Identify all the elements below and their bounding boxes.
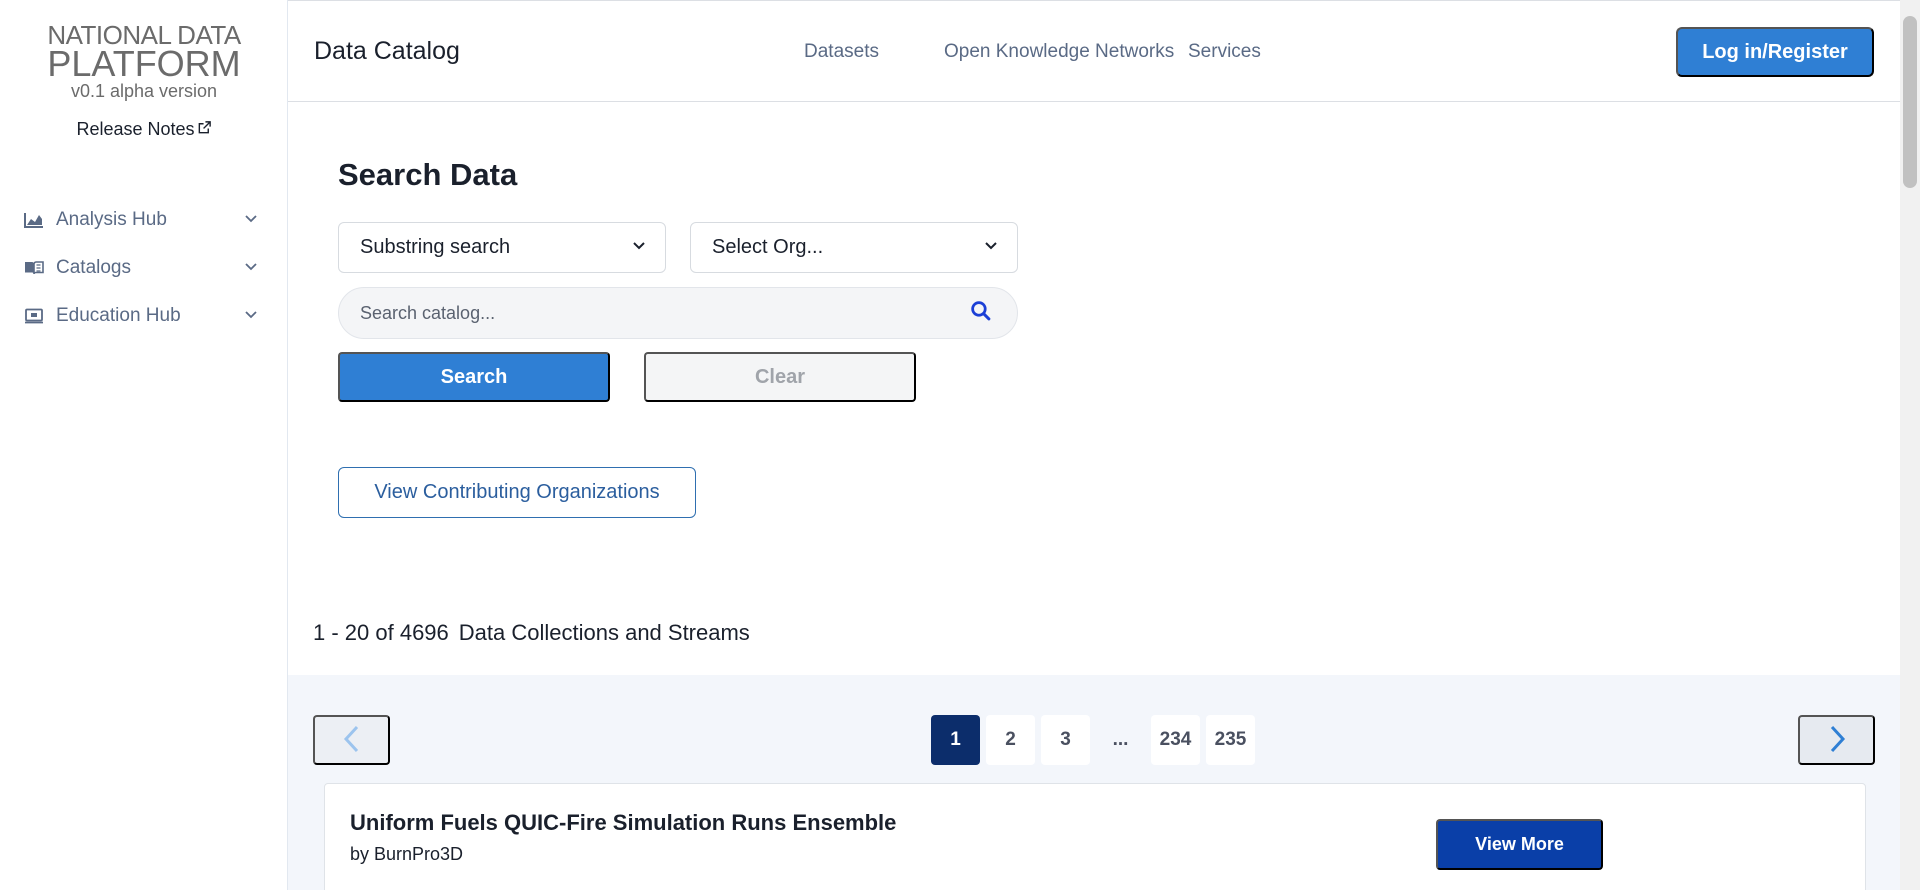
page-scrollbar[interactable] [1900, 0, 1920, 890]
top-header: Data Catalog Datasets Open Knowledge Net… [288, 0, 1900, 102]
clear-button[interactable]: Clear [644, 352, 916, 402]
chevron-left-icon [341, 724, 363, 757]
page-button[interactable]: 1 [931, 715, 980, 765]
dataset-title[interactable]: Uniform Fuels QUIC-Fire Simulation Runs … [350, 810, 896, 836]
previous-page-button[interactable] [313, 715, 390, 765]
search-mode-select[interactable]: Substring search [338, 222, 666, 273]
release-notes-link[interactable]: Release Notes [0, 119, 288, 140]
chevron-down-icon [983, 236, 999, 259]
next-page-button[interactable] [1798, 715, 1875, 765]
results-area: 1 2 3 ... 234 235 Uniform Fuels QUIC-Fir… [288, 675, 1900, 890]
results-range: 1 - 20 of 4696 [313, 620, 449, 645]
sidebar-item-education-hub[interactable]: Education Hub [0, 292, 288, 340]
sidebar-nav: Analysis Hub Catalogs Education Hub [0, 196, 288, 340]
platform-logo[interactable]: NATIONAL DATA PLATFORM v0.1 alpha versio… [0, 22, 288, 102]
sidebar-item-label: Analysis Hub [56, 209, 167, 230]
main-content: Search Data Substring search Select Org.… [288, 103, 1900, 890]
nav-link-open-knowledge-networks[interactable]: Open Knowledge Networks [944, 41, 1174, 63]
nav-link-datasets[interactable]: Datasets [804, 41, 879, 63]
results-label: Data Collections and Streams [458, 620, 750, 645]
page-button[interactable]: 234 [1151, 715, 1200, 765]
nav-link-services[interactable]: Services [1188, 41, 1261, 63]
results-count: 1 - 20 of 4696 Data Collections and Strea… [313, 620, 750, 646]
search-input[interactable]: Search catalog... [338, 287, 1018, 339]
sidebar-item-catalogs[interactable]: Catalogs [0, 244, 288, 292]
chevron-down-icon [244, 209, 258, 231]
search-placeholder: Search catalog... [360, 302, 496, 323]
logo-line-2: PLATFORM [47, 43, 241, 84]
page-button[interactable]: 2 [986, 715, 1035, 765]
page-button[interactable]: 3 [1041, 715, 1090, 765]
sidebar-item-label: Catalogs [56, 257, 131, 278]
version-label: v0.1 alpha version [70, 81, 218, 101]
login-register-button[interactable]: Log in/Register [1676, 27, 1874, 77]
page-button[interactable]: 235 [1206, 715, 1255, 765]
external-link-icon [197, 119, 212, 140]
view-more-button[interactable]: View More [1436, 819, 1603, 870]
chevron-down-icon [244, 305, 258, 327]
view-contributing-organizations-button[interactable]: View Contributing Organizations [338, 467, 696, 518]
dataset-card: Uniform Fuels QUIC-Fire Simulation Runs … [324, 783, 1866, 890]
chevron-down-icon [244, 257, 258, 279]
sidebar-item-label: Education Hub [56, 305, 181, 326]
sidebar-item-analysis-hub[interactable]: Analysis Hub [0, 196, 288, 244]
scrollbar-thumb[interactable] [1903, 16, 1917, 188]
org-select-value: Select Org... [712, 236, 824, 258]
page-ellipsis: ... [1112, 729, 1129, 750]
release-notes-label: Release Notes [76, 119, 195, 139]
pagination: 1 2 3 ... 234 235 [931, 715, 1255, 765]
sidebar: NATIONAL DATA PLATFORM v0.1 alpha versio… [0, 0, 288, 890]
book-open-icon [24, 259, 46, 277]
search-icon[interactable] [970, 300, 991, 326]
search-button[interactable]: Search [338, 352, 610, 402]
chevron-right-icon [1826, 724, 1848, 757]
chevron-down-icon [631, 236, 647, 259]
chart-area-icon [24, 211, 46, 229]
search-mode-value: Substring search [360, 236, 511, 258]
monitor-icon [24, 307, 46, 325]
dataset-author: by BurnPro3D [350, 844, 464, 864]
search-heading: Search Data [338, 157, 518, 192]
page-title: Data Catalog [314, 37, 460, 65]
org-select[interactable]: Select Org... [690, 222, 1018, 273]
